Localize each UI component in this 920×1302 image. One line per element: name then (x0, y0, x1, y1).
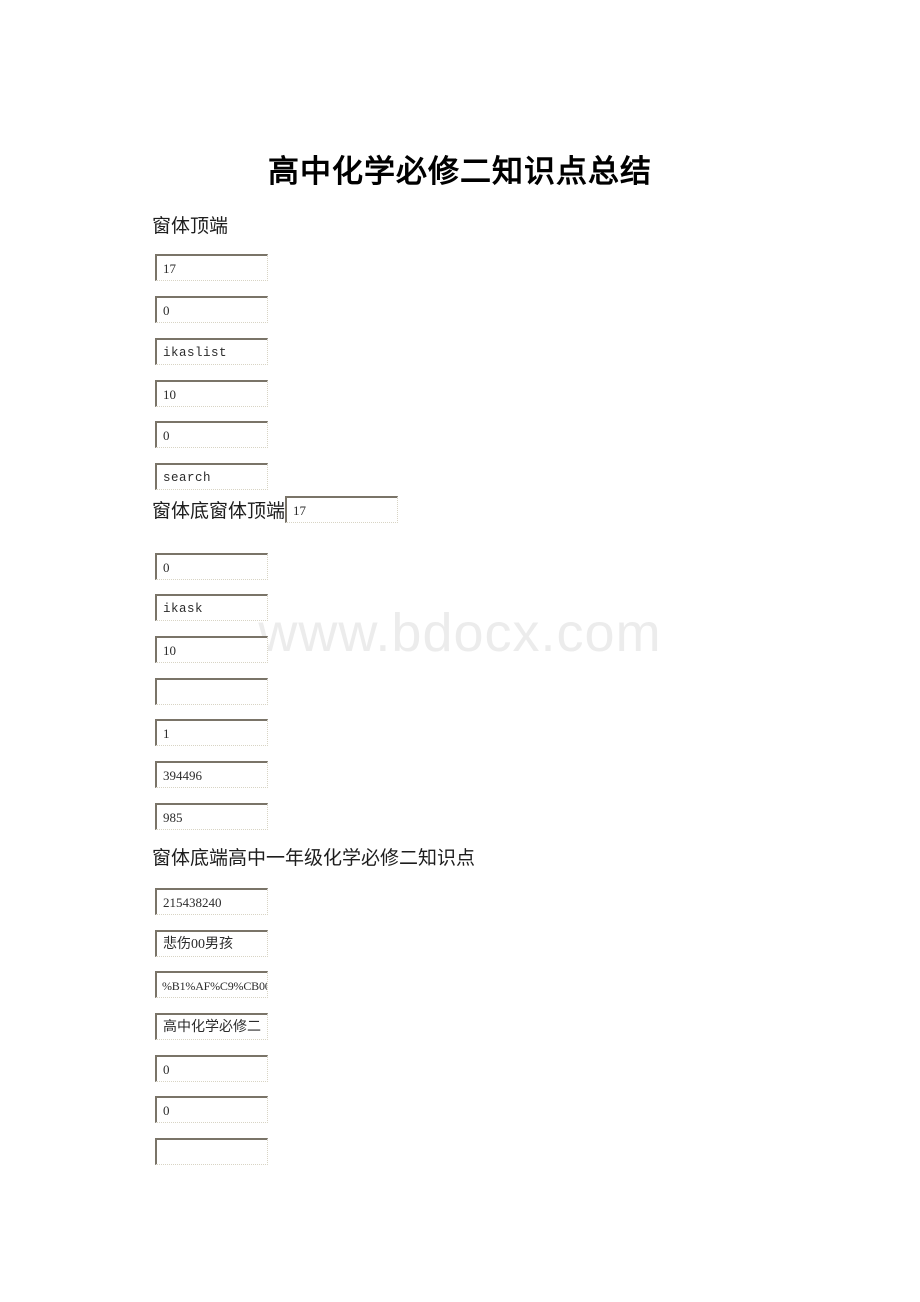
field-user-id[interactable]: 215438240 (155, 888, 268, 915)
page-title: 高中化学必修二知识点总结 (268, 154, 652, 189)
field-user-name-value: 悲伤00男孩 (163, 937, 233, 952)
field-inline-count[interactable]: 17 (285, 496, 399, 524)
field-user-enc-value: %B1%AF%C9%CB00 (162, 979, 267, 993)
field-inline-count-value: 17 (293, 503, 307, 519)
field-start[interactable]: 0 (155, 421, 268, 448)
field-user-enc[interactable]: %B1%AF%C9%CB00 (155, 971, 268, 998)
field-offset-2-value: 0 (163, 560, 170, 575)
section-label-form-top: 窗体顶端 (152, 216, 229, 237)
field-offset-2[interactable]: 0 (155, 553, 268, 580)
field-flag-b[interactable]: 0 (155, 1096, 268, 1123)
field-user-name[interactable]: 悲伤00男孩 (155, 930, 268, 957)
field-action[interactable]: search (155, 463, 268, 490)
field-keyword-2-value (157, 680, 267, 684)
field-start-value: 0 (163, 428, 170, 443)
section-label-form-end: 窗体底端高中一年级化学必修二知识点 (152, 848, 476, 869)
field-doc-id-value: 394496 (163, 768, 202, 783)
field-keyword-2[interactable] (155, 678, 268, 705)
field-flag-a-value: 0 (163, 1062, 170, 1077)
field-tail[interactable] (155, 1138, 268, 1165)
field-doc-size[interactable]: 985 (155, 803, 268, 830)
field-offset-value: 0 (163, 303, 170, 318)
field-module-2-value: ikask (163, 602, 204, 616)
field-offset[interactable]: 0 (155, 296, 268, 323)
field-module-value: ikaslist (163, 346, 228, 360)
field-pagesize[interactable]: 17 (155, 254, 268, 281)
field-page-2-value: 1 (163, 726, 170, 741)
field-doc-size-value: 985 (163, 810, 183, 825)
section-label-text: 窗体底窗体顶端 (152, 500, 286, 522)
field-limit-2[interactable]: 10 (155, 636, 268, 663)
field-pagesize-value: 17 (163, 261, 176, 276)
section-label-form-bottom-top: 窗体底窗体顶端 17 (152, 496, 399, 525)
field-limit-2-value: 10 (163, 643, 176, 658)
field-limit[interactable]: 10 (155, 380, 268, 407)
field-user-id-value: 215438240 (163, 895, 222, 910)
field-flag-b-value: 0 (163, 1103, 170, 1118)
field-doc-id[interactable]: 394496 (155, 761, 268, 788)
field-page-2[interactable]: 1 (155, 719, 268, 746)
field-doc-title[interactable]: 高中化学必修二 (155, 1013, 268, 1040)
field-action-value: search (163, 471, 212, 485)
field-module[interactable]: ikaslist (155, 338, 268, 365)
field-flag-a[interactable]: 0 (155, 1055, 268, 1082)
field-doc-title-value: 高中化学必修二 (163, 1020, 261, 1035)
document-page: 高中化学必修二知识点总结 窗体顶端 17 0 ikaslist 10 0 sea… (0, 0, 920, 1302)
field-tail-value (157, 1140, 267, 1144)
field-module-2[interactable]: ikask (155, 594, 268, 621)
field-limit-value: 10 (163, 387, 176, 402)
